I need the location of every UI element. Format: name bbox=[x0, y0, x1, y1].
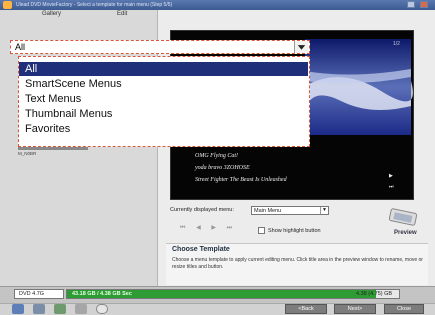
disc-type-select[interactable]: DVD 4.7G bbox=[14, 289, 64, 299]
capacity-total-text: 4.38 (4.75) GB bbox=[356, 291, 393, 297]
next-page-icon[interactable]: ▶ bbox=[211, 225, 216, 231]
capacity-used-text: 43.18 GB / 4.38 GB Sec bbox=[72, 291, 132, 297]
thumbnail-caption: M_N0BR bbox=[18, 151, 37, 156]
template-thumbnail[interactable] bbox=[18, 147, 88, 150]
template-title: Choose Template bbox=[172, 246, 230, 253]
tv-preview-icon[interactable] bbox=[386, 208, 422, 228]
preview-menu-item[interactable]: yoda bravo 3ZOHOSE bbox=[195, 165, 250, 171]
preview-next-icon[interactable]: ▶ bbox=[389, 173, 393, 179]
chevron-down-icon[interactable]: ▼ bbox=[320, 207, 328, 214]
filter-option-smartscene[interactable]: SmartScene Menus bbox=[19, 77, 308, 91]
show-highlight-checkbox[interactable] bbox=[258, 227, 265, 234]
gallery-filter-combobox[interactable] bbox=[10, 40, 310, 54]
preview-menu-item[interactable]: OMG Flying Cat! bbox=[195, 153, 238, 159]
window-title: Ulead DVD MovieFactory - Select a templa… bbox=[0, 0, 435, 10]
output-icon[interactable] bbox=[75, 304, 87, 314]
current-menu-select[interactable]: Main Menu bbox=[251, 206, 329, 215]
current-menu-label: Currently displayed menu: bbox=[170, 207, 234, 213]
chevron-down-icon[interactable] bbox=[294, 41, 308, 53]
filter-option-all[interactable]: All bbox=[19, 62, 308, 76]
minimize-icon[interactable] bbox=[407, 1, 415, 8]
help-icon[interactable] bbox=[96, 304, 108, 314]
tab-gallery[interactable]: Gallery bbox=[42, 11, 61, 17]
app-icon bbox=[3, 1, 12, 9]
first-page-icon[interactable]: ⏮ bbox=[180, 225, 185, 231]
close-button[interactable]: Close bbox=[384, 304, 424, 314]
edit-icon[interactable] bbox=[54, 304, 66, 314]
back-button[interactable]: <Back bbox=[285, 304, 327, 314]
last-page-icon[interactable]: ⏭ bbox=[227, 225, 232, 231]
previous-page-icon[interactable]: ◀ bbox=[196, 225, 201, 231]
filter-option-thumbnail-menus[interactable]: Thumbnail Menus bbox=[19, 107, 308, 121]
close-icon[interactable] bbox=[420, 1, 428, 8]
next-button[interactable]: Next> bbox=[334, 304, 376, 314]
project-settings-icon[interactable] bbox=[12, 304, 24, 314]
show-highlight-label: Show highlight button bbox=[268, 228, 321, 234]
filter-option-text-menus[interactable]: Text Menus bbox=[19, 92, 308, 106]
filter-option-favorites[interactable]: Favorites bbox=[19, 122, 308, 136]
tab-edit[interactable]: Edit bbox=[117, 11, 127, 17]
preview-page-indicator: 1/2 bbox=[393, 41, 400, 47]
preview-last-icon[interactable]: ⏭ bbox=[389, 184, 394, 190]
gallery-filter-value: All bbox=[15, 42, 26, 52]
settings-icon[interactable] bbox=[33, 304, 45, 314]
preview-button[interactable]: Preview bbox=[394, 230, 417, 236]
preview-menu-item[interactable]: Street Fighter The Beast Is Unleashed bbox=[195, 177, 287, 183]
playback-controls: ⏮ ◀ ▶ ⏭ bbox=[180, 224, 241, 232]
template-description: Choose a menu template to apply current … bbox=[172, 257, 423, 270]
